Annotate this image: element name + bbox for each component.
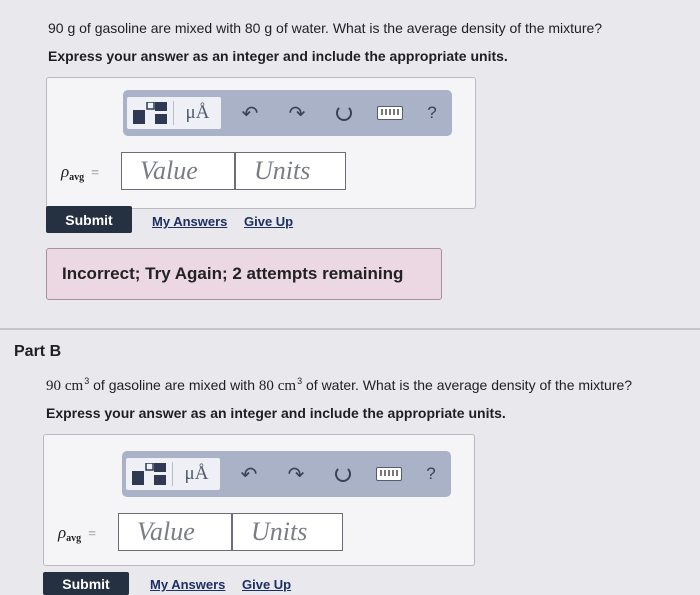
submit-button-b[interactable]: Submit [43, 572, 129, 595]
value-input-b[interactable]: Value [118, 513, 232, 551]
give-up-link-a[interactable]: Give Up [244, 214, 293, 229]
templates-icon[interactable] [126, 458, 172, 490]
part-b-heading: Part B [14, 343, 62, 360]
units-icon[interactable]: μÅ [173, 458, 220, 490]
part-divider [0, 328, 700, 330]
units-label: μÅ [184, 463, 209, 484]
give-up-link-b[interactable]: Give Up [242, 577, 291, 592]
templates-icon[interactable] [127, 97, 173, 129]
instruction-a: Express your answer as an integer and in… [48, 48, 508, 64]
my-answers-link-a[interactable]: My Answers [152, 214, 227, 229]
variable-label-b: ρavg = [58, 523, 97, 544]
my-answers-link-b[interactable]: My Answers [150, 577, 225, 592]
math-toolbar-a: μÅ ↶ ↷ ? [123, 90, 452, 136]
help-icon[interactable]: ? [423, 97, 441, 129]
help-icon[interactable]: ? [422, 458, 440, 490]
undo-icon[interactable]: ↶ [239, 97, 261, 129]
question-text-a: 90 g of gasoline are mixed with 80 g of … [48, 20, 603, 36]
answer-box-a: μÅ ↶ ↷ ? ρavg = Value Units [46, 77, 476, 209]
question-text-b: 90 cm3 of gasoline are mixed with 80 cm3… [46, 376, 633, 394]
units-label: μÅ [185, 102, 210, 123]
keyboard-icon[interactable] [375, 97, 405, 129]
units-input-b[interactable]: Units [232, 513, 343, 551]
math-toolbar-b: μÅ ↶ ↷ ? [122, 451, 451, 497]
redo-icon[interactable]: ↷ [286, 97, 308, 129]
keyboard-icon[interactable] [374, 458, 404, 490]
feedback-banner: Incorrect; Try Again; 2 attempts remaini… [46, 248, 442, 300]
undo-icon[interactable]: ↶ [238, 458, 260, 490]
reset-icon[interactable] [333, 97, 355, 129]
redo-icon[interactable]: ↷ [285, 458, 307, 490]
units-input-a[interactable]: Units [235, 152, 346, 190]
reset-icon[interactable] [332, 458, 354, 490]
units-icon[interactable]: μÅ [174, 97, 221, 129]
answer-box-b: μÅ ↶ ↷ ? ρavg = Value Units [43, 434, 475, 566]
value-input-a[interactable]: Value [121, 152, 235, 190]
variable-label-a: ρavg = [61, 162, 100, 183]
submit-button-a[interactable]: Submit [46, 206, 132, 233]
instruction-b: Express your answer as an integer and in… [46, 405, 506, 421]
